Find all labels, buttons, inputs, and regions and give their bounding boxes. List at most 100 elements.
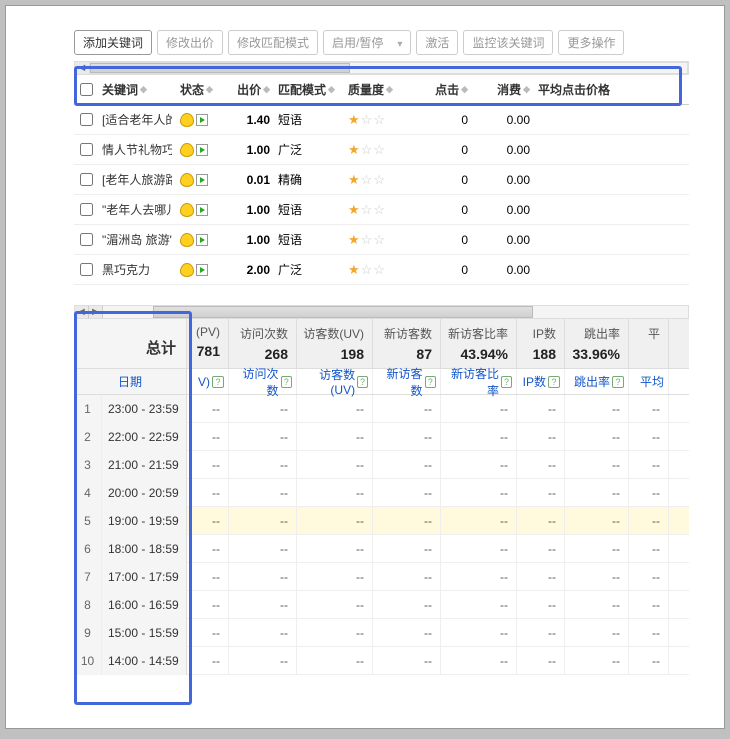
data-cell: -- (187, 423, 229, 450)
time-range: 20:00 - 20:59 (102, 479, 186, 507)
col-date[interactable]: 日期 (74, 369, 187, 394)
quality-stars: ★☆☆ (348, 112, 385, 128)
row-checkbox[interactable] (80, 143, 93, 156)
col-cost[interactable]: 消费 (497, 81, 521, 98)
data-cell: -- (441, 591, 517, 618)
row-checkbox[interactable] (80, 113, 93, 126)
monitor-button[interactable]: 监控该关键词 (463, 30, 553, 55)
more-button[interactable]: 更多操作 (558, 30, 624, 55)
data-cell: -- (229, 507, 297, 534)
row-checkbox[interactable] (80, 233, 93, 246)
data-cell: -- (565, 591, 629, 618)
time-range: 22:00 - 22:59 (102, 423, 186, 451)
ip-label: IP数 (521, 325, 556, 342)
row-checkbox[interactable] (80, 203, 93, 216)
scroll-thumb[interactable] (90, 63, 350, 73)
table-row[interactable]: "湄洲岛 旅游"1.00短语★☆☆00.00 (74, 225, 689, 255)
ip-val: 188 (533, 346, 556, 362)
match-val: 广泛 (274, 261, 344, 278)
col-quality[interactable]: 质量度 (348, 81, 384, 98)
time-row[interactable]: 222:00 - 22:59---------------- (74, 423, 689, 451)
col-bid[interactable]: 出价 (237, 81, 261, 98)
row-num: 2 (74, 423, 102, 451)
help-icon[interactable]: ? (425, 376, 436, 388)
scroll-track[interactable] (103, 306, 688, 318)
select-all-checkbox[interactable] (80, 83, 93, 96)
totals-label: 总计 (74, 319, 187, 368)
data-cell: -- (629, 563, 669, 590)
edit-bid-button[interactable]: 修改出价 (157, 30, 223, 55)
table1-header: 关键词◆ 状态◆ 出价◆ 匹配模式◆ 质量度◆ 点击◆ 消费◆ 平均点击价格 (74, 75, 689, 105)
row-checkbox[interactable] (80, 263, 93, 276)
help-icon[interactable]: ? (357, 376, 368, 388)
time-row[interactable]: 618:00 - 18:59---------------- (74, 535, 689, 563)
activate-button[interactable]: 激活 (416, 30, 458, 55)
bulb-icon (180, 173, 194, 187)
help-icon[interactable]: ? (281, 376, 292, 388)
col-newrate[interactable]: 新访客比率 (445, 365, 499, 399)
newrate-label: 新访客比率 (445, 325, 508, 342)
col-bounce[interactable]: 跳出率 (574, 373, 610, 390)
scroll-left-icon[interactable]: ◄ (75, 306, 89, 318)
col-visits[interactable]: 访问次数 (233, 365, 279, 399)
edit-match-button[interactable]: 修改匹配模式 (228, 30, 318, 55)
col-clicks[interactable]: 点击 (435, 81, 459, 98)
help-icon[interactable]: ? (548, 376, 560, 388)
time-row[interactable]: 123:00 - 23:59---------------- (74, 395, 689, 423)
hscroll[interactable]: ◄ (74, 61, 689, 75)
col-match[interactable]: 匹配模式 (278, 81, 326, 98)
table-row[interactable]: [老年人旅游路0.01精确★☆☆00.00 (74, 165, 689, 195)
add-keyword-button[interactable]: 添加关键词 (74, 30, 152, 55)
data-cell: -- (187, 619, 229, 646)
time-range: 14:00 - 14:59 (102, 647, 186, 675)
help-icon[interactable]: ? (501, 376, 512, 388)
col-pv[interactable]: V) (198, 375, 210, 389)
data-cell: -- (373, 619, 441, 646)
help-icon[interactable]: ? (212, 376, 224, 388)
col-rest[interactable]: 平均 (640, 373, 664, 390)
col-new[interactable]: 新访客数 (377, 365, 423, 399)
row-checkbox[interactable] (80, 173, 93, 186)
toolbar: 添加关键词 修改出价 修改匹配模式 启用/暂停▾ 激活 监控该关键词 更多操作 (74, 26, 689, 59)
data-cell: -- (517, 479, 565, 506)
data-cell: -- (517, 563, 565, 590)
play-icon (196, 264, 208, 276)
col-avgprice[interactable]: 平均点击价格 (538, 81, 610, 98)
cost-val: 0.00 (472, 143, 534, 157)
time-row[interactable]: 420:00 - 20:59---------------- (74, 479, 689, 507)
col-keyword[interactable]: 关键词 (102, 81, 138, 98)
time-row[interactable]: 816:00 - 16:59---------------- (74, 591, 689, 619)
play-icon (196, 234, 208, 246)
scroll-right-icon[interactable]: ► (89, 306, 103, 318)
data-cell: -- (373, 423, 441, 450)
table-row[interactable]: 情人节礼物巧1.00广泛★☆☆00.00 (74, 135, 689, 165)
data-cell: -- (517, 423, 565, 450)
col-uv[interactable]: 访客数(UV) (301, 366, 355, 397)
time-row[interactable]: 321:00 - 21:59---------------- (74, 451, 689, 479)
scroll-thumb[interactable] (153, 306, 533, 318)
time-range: 16:00 - 16:59 (102, 591, 186, 619)
stats-header: 日期 V)? 访问次数? 访客数(UV)? 新访客数? 新访客比率? IP数? … (74, 369, 689, 395)
data-cell: -- (229, 395, 297, 422)
scroll-track[interactable] (89, 62, 688, 74)
data-cell: -- (373, 535, 441, 562)
table-row[interactable]: [适合老年人的1.40短语★☆☆00.00 (74, 105, 689, 135)
keyword-text: "老年人去哪儿 (102, 201, 172, 218)
time-row[interactable]: 519:00 - 19:59---------------- (74, 507, 689, 535)
time-row[interactable]: 717:00 - 17:59---------------- (74, 563, 689, 591)
scroll-left-icon[interactable]: ◄ (75, 62, 89, 74)
table-row[interactable]: "老年人去哪儿1.00短语★☆☆00.00 (74, 195, 689, 225)
data-cell: -- (629, 647, 669, 674)
row-num: 4 (74, 479, 102, 507)
time-row[interactable]: 1014:00 - 14:59---------------- (74, 647, 689, 675)
col-ip[interactable]: IP数 (523, 373, 546, 390)
help-icon[interactable]: ? (612, 376, 624, 388)
data-cell: -- (297, 591, 373, 618)
col-status[interactable]: 状态 (180, 81, 204, 98)
enable-button[interactable]: 启用/暂停▾ (323, 30, 411, 55)
time-row[interactable]: 915:00 - 15:59---------------- (74, 619, 689, 647)
hscroll2[interactable]: ◄ ► (74, 305, 689, 319)
table1-body: [适合老年人的1.40短语★☆☆00.00情人节礼物巧1.00广泛★☆☆00.0… (74, 105, 689, 285)
sort-icon: ◆ (140, 84, 147, 95)
table-row[interactable]: 黑巧克力2.00广泛★☆☆00.00 (74, 255, 689, 285)
